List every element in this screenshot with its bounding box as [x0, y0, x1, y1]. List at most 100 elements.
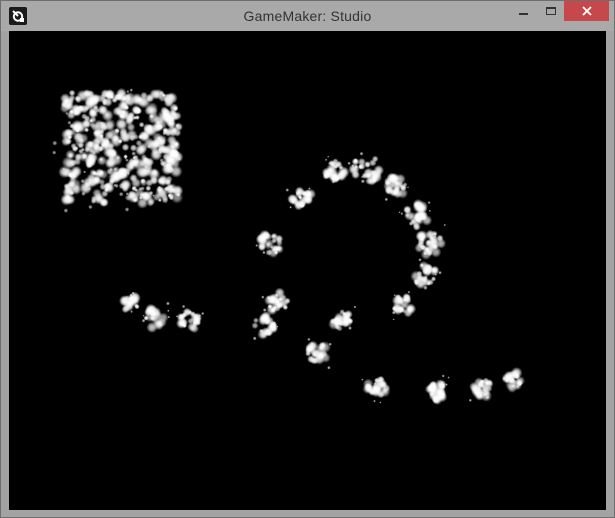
particle: [393, 294, 396, 297]
particle: [353, 305, 357, 309]
particle: [318, 345, 324, 351]
particle: [412, 199, 424, 211]
particle: [74, 105, 80, 111]
game-canvas[interactable]: [9, 31, 606, 510]
particle: [166, 301, 170, 306]
particle: [511, 384, 515, 388]
particle: [74, 124, 83, 133]
particle: [416, 230, 429, 242]
particle: [134, 188, 139, 193]
particle: [67, 120, 72, 125]
particle: [405, 303, 417, 315]
minimize-button[interactable]: [510, 1, 538, 21]
particle: [291, 200, 295, 204]
particle: [92, 188, 102, 199]
particle: [361, 175, 364, 179]
particle: [192, 319, 199, 326]
particle: [348, 326, 352, 330]
particle: [276, 325, 279, 328]
particle: [347, 313, 351, 316]
particle: [443, 223, 446, 227]
close-button[interactable]: [564, 1, 609, 21]
particle: [132, 196, 139, 204]
particle: [399, 183, 407, 192]
particle: [271, 307, 276, 313]
particle: [75, 96, 82, 104]
particle: [105, 112, 109, 117]
particle: [416, 270, 423, 277]
particle: [134, 115, 140, 120]
particle: [141, 190, 154, 203]
particle: [100, 137, 111, 148]
particle: [91, 150, 97, 156]
particle: [433, 235, 437, 239]
particle: [441, 382, 445, 387]
particle: [391, 305, 398, 312]
particle: [172, 105, 179, 112]
particle: [198, 314, 201, 317]
particle: [90, 198, 97, 204]
particle: [170, 187, 177, 194]
particle: [257, 243, 267, 252]
particle: [134, 303, 140, 310]
particle: [324, 158, 328, 161]
particle: [412, 222, 421, 231]
particle: [278, 298, 289, 309]
particle: [189, 311, 196, 318]
particle: [66, 130, 72, 136]
particle: [96, 155, 107, 166]
particle: [170, 158, 180, 169]
particle: [274, 244, 284, 254]
particle: [138, 186, 143, 191]
particle: [372, 172, 383, 183]
particle: [307, 355, 316, 364]
particle: [61, 96, 74, 110]
particle: [447, 376, 450, 379]
particle: [126, 90, 130, 94]
particle: [377, 375, 385, 383]
particle: [428, 209, 431, 212]
particle: [101, 100, 108, 106]
maximize-button[interactable]: [538, 1, 564, 21]
maximize-icon: [546, 7, 556, 15]
particle: [181, 304, 186, 309]
particle: [65, 149, 76, 160]
particle: [84, 105, 90, 111]
particle: [175, 315, 179, 318]
particle: [135, 139, 143, 147]
particle: [120, 132, 132, 143]
particle: [331, 180, 335, 184]
particle: [328, 342, 332, 346]
particle: [298, 195, 303, 200]
particle: [483, 393, 486, 396]
particle: [407, 290, 411, 294]
particle: [344, 321, 349, 326]
particle: [81, 191, 86, 196]
particle: [157, 318, 167, 328]
particle: [118, 191, 124, 197]
particle: [178, 158, 181, 161]
particle: [109, 167, 114, 172]
particle: [167, 309, 170, 312]
particle: [157, 185, 161, 189]
particle: [255, 244, 259, 247]
particle: [161, 180, 165, 185]
particle: [271, 234, 276, 238]
particle: [131, 159, 139, 168]
particle: [373, 399, 376, 403]
particle: [407, 186, 409, 189]
particle: [432, 395, 443, 405]
particle: [338, 166, 343, 170]
title-bar[interactable]: GameMaker: Studio: [1, 1, 614, 31]
particle: [393, 185, 401, 193]
particle: [307, 346, 313, 352]
particle: [502, 376, 506, 381]
particle: [336, 170, 347, 182]
particle: [418, 258, 422, 262]
particle: [88, 204, 93, 210]
particle: [417, 210, 428, 221]
particle: [361, 378, 364, 381]
close-icon: [581, 6, 592, 16]
particle: [480, 390, 493, 402]
particle: [92, 104, 99, 111]
